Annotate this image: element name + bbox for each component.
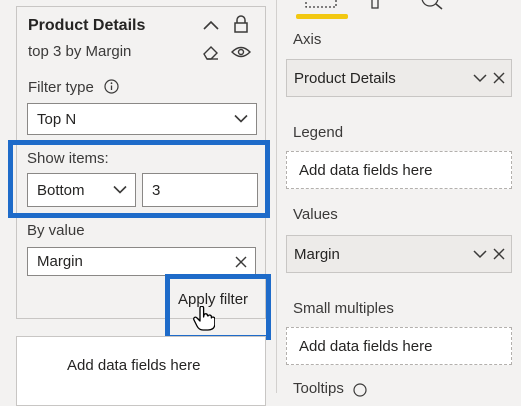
show-items-count-value: 3 [152, 181, 161, 199]
chevron-down-icon[interactable] [473, 249, 487, 259]
clear-icon[interactable] [235, 256, 247, 268]
chevron-down-icon [113, 185, 127, 194]
legend-placeholder: Add data fields here [299, 161, 433, 179]
filter-type-dropdown[interactable]: Top N [27, 103, 257, 135]
small-multiples-field-well[interactable]: Add data fields here [286, 327, 512, 365]
by-value-field-name: Margin [37, 253, 83, 270]
values-section-title: Values [293, 206, 338, 223]
active-tab-indicator [296, 14, 348, 19]
empty-filter-placeholder: Add data fields here [67, 357, 201, 374]
values-field-name: Margin [294, 245, 340, 263]
info-icon[interactable] [104, 79, 119, 94]
remove-field-icon[interactable] [493, 248, 505, 260]
chevron-down-icon [234, 114, 248, 123]
eraser-icon[interactable] [202, 44, 220, 60]
pane-divider [276, 0, 277, 393]
by-value-label: By value [27, 222, 85, 239]
chevron-up-icon[interactable] [202, 19, 220, 31]
show-items-label: Show items: [27, 150, 109, 167]
analytics-tab-icon[interactable] [418, 0, 448, 10]
filter-card-title: Product Details [28, 17, 146, 34]
tooltips-section-title: Tooltips [293, 380, 344, 397]
show-items-direction-dropdown[interactable]: Bottom [27, 173, 136, 207]
legend-field-well[interactable]: Add data fields here [286, 151, 512, 189]
show-items-count-input[interactable]: 3 [142, 173, 258, 207]
filter-card-subtitle: top 3 by Margin [28, 43, 132, 60]
small-multiples-section-title: Small multiples [293, 300, 394, 317]
axis-field-pill[interactable]: Product Details [286, 59, 512, 97]
filter-type-label: Filter type [28, 79, 94, 96]
cursor-hand-icon [193, 306, 215, 331]
eye-icon[interactable] [231, 45, 251, 59]
axis-section-title: Axis [293, 31, 322, 48]
format-tab-icon[interactable] [368, 0, 382, 10]
axis-field-name: Product Details [294, 69, 396, 87]
lock-icon[interactable] [233, 15, 249, 34]
show-items-direction-value: Bottom [37, 181, 85, 199]
filter-type-value: Top N [37, 110, 77, 128]
info-icon[interactable] [353, 383, 367, 397]
by-value-field[interactable]: Margin [27, 247, 256, 276]
legend-section-title: Legend [293, 124, 344, 141]
fields-tab-icon[interactable] [300, 0, 340, 10]
chevron-down-icon[interactable] [473, 73, 487, 83]
small-multiples-placeholder: Add data fields here [299, 337, 433, 355]
remove-field-icon[interactable] [493, 72, 505, 84]
values-field-pill[interactable]: Margin [286, 235, 512, 273]
